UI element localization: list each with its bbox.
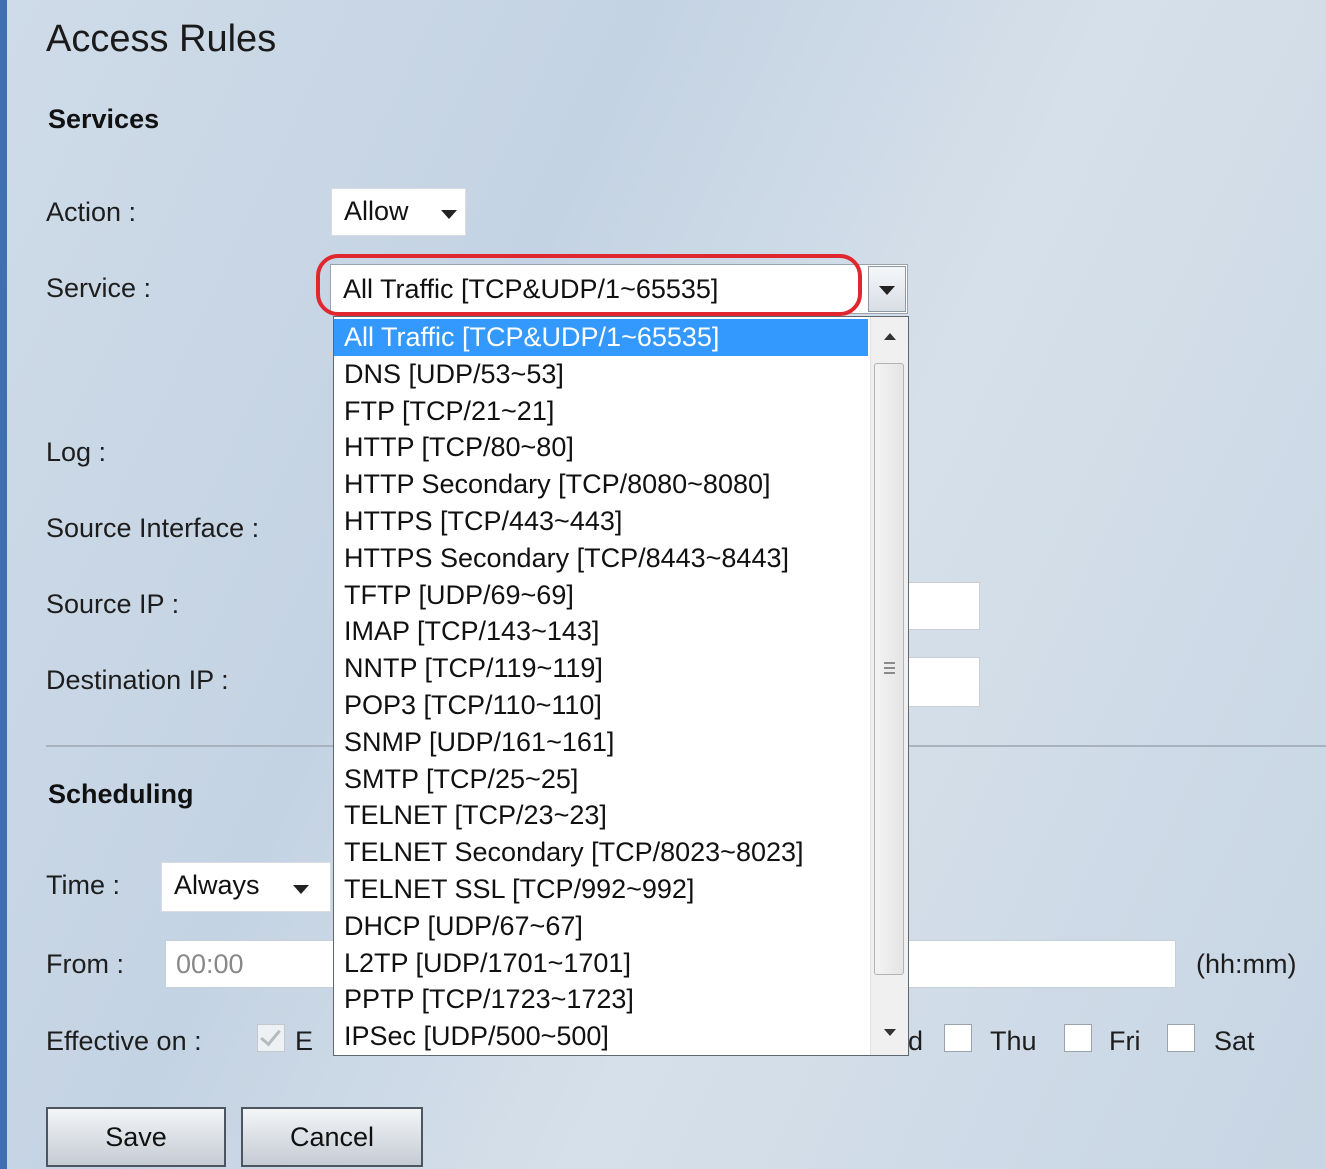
service-option[interactable]: IMAP [TCP/143~143]	[334, 613, 868, 650]
left-accent-bar	[0, 0, 7, 1169]
service-option[interactable]: NNTP [TCP/119~119]	[334, 650, 868, 687]
service-highlight-ring	[316, 254, 862, 316]
service-option[interactable]: HTTP Secondary [TCP/8080~8080]	[334, 466, 868, 503]
time-label: Time :	[46, 870, 120, 900]
thu-checkbox[interactable]	[944, 1024, 972, 1052]
scheduling-heading: Scheduling	[48, 779, 194, 809]
service-option[interactable]: DNS [UDP/53~53]	[334, 356, 868, 393]
service-option[interactable]: TELNET SSL [TCP/992~992]	[334, 871, 868, 908]
fri-checkbox[interactable]	[1064, 1024, 1092, 1052]
checkmark-icon	[260, 1024, 281, 1047]
source-interface-label: Source Interface :	[46, 513, 260, 543]
service-option[interactable]: SNMP [UDP/161~161]	[334, 724, 868, 761]
service-option[interactable]: HTTPS Secondary [TCP/8443~8443]	[334, 540, 868, 577]
service-option[interactable]: HTTP [TCP/80~80]	[334, 429, 868, 466]
scroll-up-arrow-icon[interactable]	[884, 333, 896, 340]
wed-label-partial: d	[908, 1026, 924, 1056]
service-option[interactable]: FTP [TCP/21~21]	[334, 393, 868, 430]
service-option[interactable]: All Traffic [TCP&UDP/1~65535]	[334, 319, 868, 356]
service-option[interactable]: PPTP [TCP/1723~1723]	[334, 981, 868, 1018]
service-label: Service :	[46, 273, 152, 303]
page-title: Access Rules	[46, 18, 277, 60]
service-option[interactable]: POP3 [TCP/110~110]	[334, 687, 868, 724]
service-option[interactable]: TFTP [UDP/69~69]	[334, 577, 868, 614]
source-ip-label: Source IP :	[46, 589, 180, 619]
action-label: Action :	[46, 197, 137, 227]
save-button[interactable]: Save	[46, 1107, 226, 1167]
service-option[interactable]: DHCP [UDP/67~67]	[334, 908, 868, 945]
action-select[interactable]: Allow	[331, 188, 466, 236]
time-select[interactable]: Always	[161, 862, 331, 912]
scroll-down-arrow-icon[interactable]	[884, 1029, 896, 1036]
grip-line	[884, 667, 895, 669]
effective-on-label: Effective on :	[46, 1026, 202, 1056]
service-option[interactable]: HTTPS [TCP/443~443]	[334, 503, 868, 540]
destination-ip-label: Destination IP :	[46, 665, 229, 695]
sat-label: Sat	[1214, 1026, 1255, 1056]
thu-label: Thu	[990, 1026, 1037, 1056]
chevron-down-icon	[293, 885, 309, 894]
service-option[interactable]: SMTP [TCP/25~25]	[334, 761, 868, 798]
service-option[interactable]: IPSec [UDP/500~500]	[334, 1018, 868, 1055]
dropdown-scrollbar[interactable]	[870, 317, 908, 1055]
sat-checkbox[interactable]	[1167, 1024, 1195, 1052]
log-label: Log :	[46, 437, 107, 467]
service-dropdown-list[interactable]: All Traffic [TCP&UDP/1~65535] DNS [UDP/53…	[333, 316, 909, 1056]
service-option[interactable]: TELNET Secondary [TCP/8023~8023]	[334, 834, 868, 871]
service-dropdown-button[interactable]	[868, 266, 906, 312]
from-time-input[interactable]: 00:00	[165, 940, 345, 988]
grip-line	[884, 662, 895, 664]
scroll-thumb[interactable]	[874, 363, 904, 975]
from-label: From :	[46, 949, 124, 979]
grip-line	[884, 672, 895, 674]
from-time-value: 00:00	[176, 949, 244, 979]
services-heading: Services	[48, 104, 160, 134]
service-option[interactable]: L2TP [UDP/1701~1701]	[334, 945, 868, 982]
chevron-down-icon	[879, 286, 895, 295]
action-select-value: Allow	[344, 196, 409, 226]
time-format-hint: (hh:mm)	[1196, 949, 1297, 979]
chevron-down-icon	[441, 210, 457, 219]
cancel-button[interactable]: Cancel	[241, 1107, 423, 1167]
time-select-value: Always	[174, 870, 260, 900]
everyday-label-partial: E	[295, 1026, 314, 1056]
to-time-input[interactable]	[880, 940, 1176, 988]
fri-label: Fri	[1109, 1026, 1141, 1056]
service-option[interactable]: TELNET [TCP/23~23]	[334, 797, 868, 834]
everyday-checkbox[interactable]	[257, 1024, 285, 1052]
